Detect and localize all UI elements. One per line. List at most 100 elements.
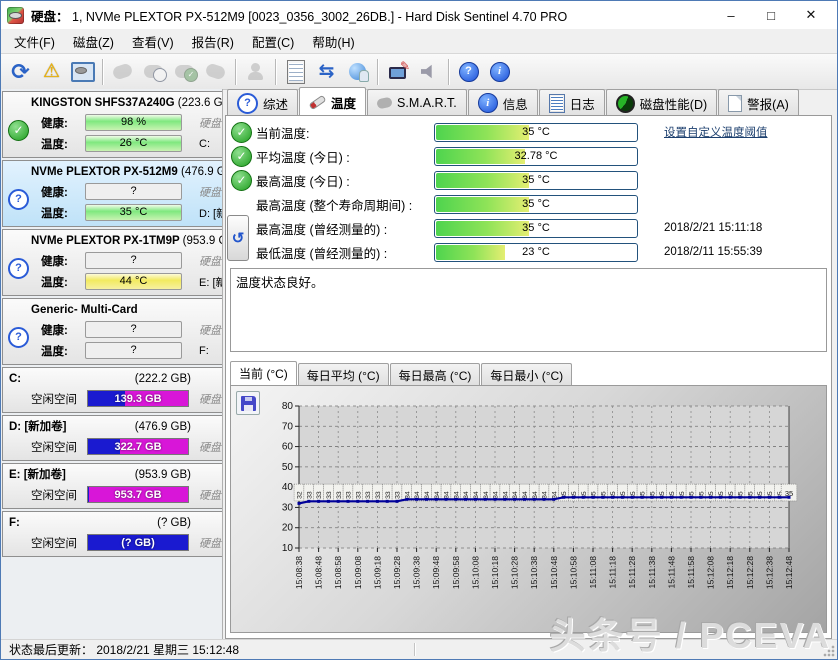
svg-text:34: 34 (502, 491, 509, 499)
temp-bar: 44 °C (85, 273, 182, 290)
disk-drive-label: C: (199, 138, 210, 150)
tab-label: 信息 (503, 94, 528, 113)
toolbar-button-surface-warning[interactable]: ⚠ (36, 57, 67, 86)
partition-title: D: [新加卷](476.9 GB) (3, 418, 195, 436)
tab-label: 磁盘性能(D) (640, 94, 707, 113)
menu-item-3[interactable]: 报告(R) (183, 29, 243, 54)
chart-tabs: 当前 (°C)每日平均 (°C)每日最高 (°C)每日最小 (°C) (230, 360, 827, 385)
sidebar-partition-2[interactable]: E: [新加卷](953.9 GB)空闲空间953.7 GB硬盘 (2, 463, 223, 509)
chart-tab-3[interactable]: 每日最小 (°C) (481, 363, 572, 385)
chart-tab-1[interactable]: 每日平均 (°C) (298, 363, 389, 385)
tab-磁盘性能(D)[interactable]: 磁盘性能(D) (606, 89, 717, 115)
sidebar-partition-1[interactable]: D: [新加卷](476.9 GB)空闲空间322.7 GB硬盘 (2, 415, 223, 461)
svg-text:15:11:38: 15:11:38 (647, 556, 657, 589)
partition-size: (222.2 GB) (135, 370, 191, 388)
chart-tab-2[interactable]: 每日最高 (°C) (390, 363, 481, 385)
reset-history-button[interactable]: ↺ (227, 215, 249, 261)
svg-text:34: 34 (434, 491, 441, 499)
disk-status-icon: ✓ (8, 120, 29, 141)
disk-status-icon: ? (8, 189, 29, 210)
svg-text:30: 30 (282, 502, 294, 513)
toolbar-button-speaker[interactable] (413, 57, 444, 86)
sidebar-disk-2[interactable]: ?NVMe PLEXTOR PX-1TM9P (953.9 GB)健康:?硬盘温… (2, 229, 223, 296)
tab-S.M.A.R.T.[interactable]: S.M.A.R.T. (367, 89, 467, 115)
menu-item-0[interactable]: 文件(F) (5, 29, 64, 54)
check-icon: ✓ (231, 170, 252, 191)
toolbar-button-disk-window[interactable] (67, 57, 98, 86)
disk-drive-label: F: (199, 345, 209, 357)
svg-text:33: 33 (385, 491, 392, 499)
disk-window-icon (71, 62, 95, 82)
save-chart-button[interactable] (236, 391, 260, 415)
svg-text:33: 33 (375, 491, 382, 499)
temp-bar: 35 °C (85, 204, 182, 221)
toolbar-button-refresh[interactable]: ⟳ (5, 57, 36, 86)
row-right: 2018/2/21 15:11:18 (664, 222, 762, 234)
menu-item-4[interactable]: 配置(C) (243, 29, 303, 54)
health-bar: 98 % (85, 114, 182, 131)
toolbar-button-info-balloon[interactable]: i (484, 57, 515, 86)
menu-item-2[interactable]: 查看(V) (123, 29, 183, 54)
toolbar-button-report[interactable] (280, 57, 311, 86)
sidebar-partition-0[interactable]: C:(222.2 GB)空闲空间139.3 GB硬盘 (2, 367, 223, 413)
report-icon (287, 60, 305, 84)
tab-label: S.M.A.R.T. (397, 96, 457, 110)
row-status-icon: ✓ (229, 122, 256, 143)
free-space-label: 空闲空间 (31, 535, 87, 551)
toolbar-separator (448, 59, 449, 85)
toolbar-button-sync[interactable]: ⇆ (311, 57, 342, 86)
temperature-status-box: 温度状态良好。 (230, 268, 827, 352)
disk-status-icon: ? (8, 258, 29, 279)
minimize-button[interactable]: – (711, 2, 751, 28)
svg-text:15:11:08: 15:11:08 (588, 556, 598, 589)
globe-user-icon (349, 63, 366, 80)
svg-text:32: 32 (297, 491, 304, 499)
partition-title: E: [新加卷](953.9 GB) (3, 466, 195, 484)
row-timestamp: 2018/2/11 15:55:39 (664, 246, 762, 258)
toolbar-button-globe-user[interactable] (342, 57, 373, 86)
menu-item-5[interactable]: 帮助(H) (303, 29, 363, 54)
custom-threshold-link[interactable]: 设置自定义温度阈值 (664, 127, 768, 139)
chart-tab-0[interactable]: 当前 (°C) (230, 361, 297, 385)
tab-综述[interactable]: ?综述 (227, 89, 298, 115)
svg-text:10: 10 (282, 543, 294, 554)
resize-grip[interactable] (823, 645, 835, 657)
svg-text:15:10:38: 15:10:38 (529, 556, 539, 589)
sidebar-disk-1[interactable]: ?NVMe PLEXTOR PX-512M9 (476.9 GB)健康:?硬盘温… (2, 160, 223, 227)
svg-text:15:10:08: 15:10:08 (470, 556, 480, 589)
svg-text:15:12:38: 15:12:38 (764, 556, 774, 589)
partition-title: F:(? GB) (3, 514, 195, 532)
maximize-button[interactable]: □ (751, 2, 791, 28)
svg-text:33: 33 (346, 491, 353, 499)
tab-警报(A)[interactable]: 警报(A) (718, 89, 799, 115)
temp-value: 32.78 °C (435, 148, 637, 165)
disk-check-icon: ✓ (175, 65, 194, 78)
disk-name: KINGSTON SHFS37A240G (31, 97, 178, 109)
toolbar-button-help[interactable]: ? (453, 57, 484, 86)
temp-label: 温度: (41, 274, 85, 290)
tab-信息[interactable]: i信息 (468, 89, 538, 115)
row-temp-bar: 35 °C (434, 171, 638, 190)
window-title-text: 1, NVMe PLEXTOR PX-512M9 [0023_0356_3002… (69, 10, 568, 24)
temperature-row-4: 最高温度 (曾经测量的) :35 °C2018/2/21 15:11:18 (229, 216, 828, 240)
sidebar-partition-3[interactable]: F:(? GB)空闲空间(? GB)硬盘 (2, 511, 223, 557)
clock-badge-icon (153, 68, 167, 82)
close-button[interactable]: ✕ (791, 2, 831, 28)
disk-name: NVMe PLEXTOR PX-512M9 (31, 166, 181, 178)
sidebar-disk-0[interactable]: ✓KINGSTON SHFS37A240G (223.6 GB)健康:98 %硬… (2, 91, 223, 158)
toolbar-button-disk-clock (138, 57, 169, 86)
tab-温度[interactable]: 温度 (299, 87, 366, 115)
svg-text:15:08:38: 15:08:38 (294, 556, 304, 589)
toolbar-separator (235, 59, 236, 85)
tab-日志[interactable]: 日志 (539, 89, 605, 115)
menu-item-1[interactable]: 磁盘(Z) (64, 29, 123, 54)
svg-text:34: 34 (444, 491, 451, 499)
disk-name: Generic- Multi-Card (31, 304, 138, 316)
svg-text:34: 34 (453, 491, 460, 499)
disk-drive-label: E: [新加卷] (199, 274, 223, 290)
sidebar-disk-3[interactable]: ?Generic- Multi-Card 健康:?硬盘温度:?F: (2, 298, 223, 365)
window-title-prefix: 硬盘： (31, 10, 69, 24)
toolbar-button-computer-pen[interactable]: ✎ (382, 57, 413, 86)
disk-title: KINGSTON SHFS37A240G (223.6 GB) (3, 94, 223, 112)
svg-text:33: 33 (306, 491, 313, 499)
